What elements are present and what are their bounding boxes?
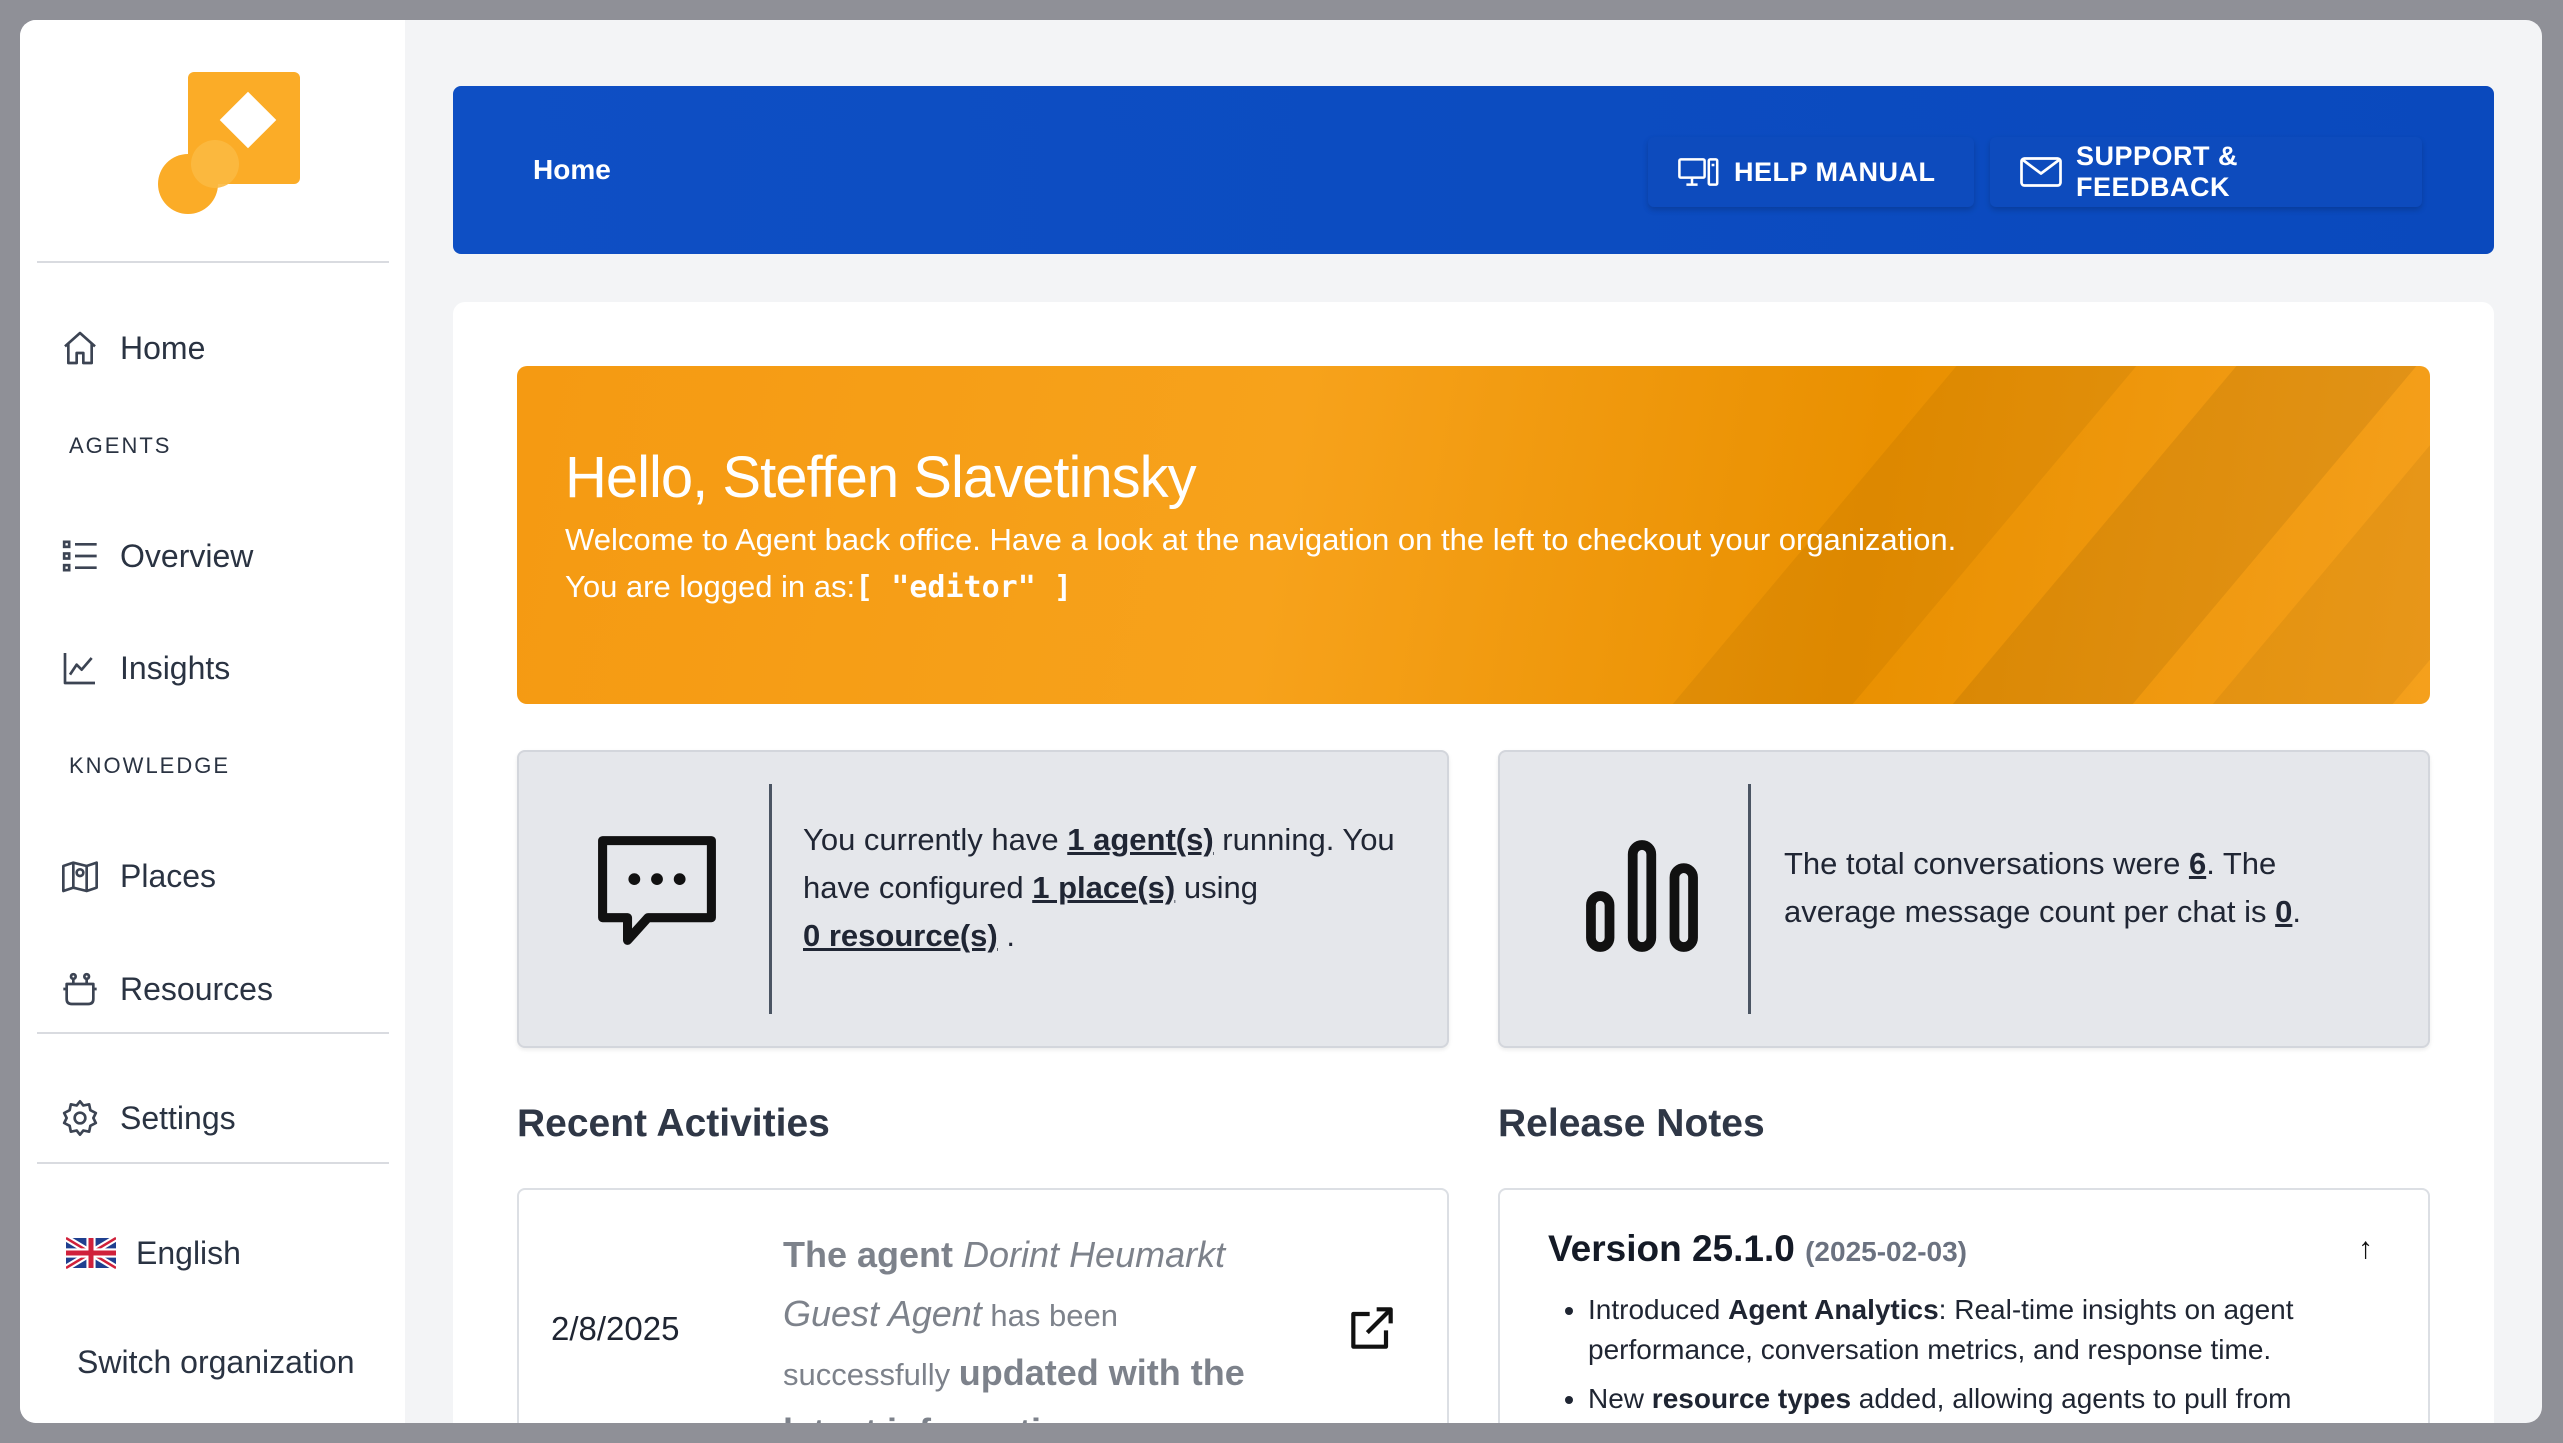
agents-summary-text: You currently have 1 agent(s) running. Y… (803, 816, 1423, 960)
summary-text: using (1175, 870, 1258, 905)
bar-chart-icon (1586, 840, 1698, 952)
release-note-item: New resource types added, allowing agent… (1588, 1379, 2408, 1419)
monitor-icon (1678, 156, 1720, 188)
places-count-link[interactable]: 1 place(s) (1032, 870, 1175, 905)
help-manual-label: HELP MANUAL (1734, 156, 1936, 187)
insights-icon (58, 646, 102, 690)
support-feedback-label: SUPPORT & FEEDBACK (2076, 141, 2239, 202)
recent-activities-title: Recent Activities (517, 1102, 830, 1145)
sidebar-item-resources[interactable]: Resources (58, 957, 273, 1021)
note-bold: resource types (1651, 1383, 1852, 1414)
sidebar-item-home[interactable]: Home (58, 316, 205, 380)
summary-text: . (2292, 894, 2301, 929)
activity-date: 2/8/2025 (551, 1310, 680, 1347)
mail-icon (2020, 156, 2062, 188)
sidebar-item-label: Overview (120, 537, 254, 574)
release-notes-title: Release Notes (1498, 1102, 1765, 1145)
resources-icon (58, 967, 102, 1011)
role-value: [ "editor" ] (855, 570, 1072, 605)
summary-text: The total conversations were (1784, 846, 2189, 881)
divider (37, 261, 389, 263)
language-label: English (136, 1234, 241, 1271)
activity-description: The agent Dorint Heumarkt Guest Agent ha… (783, 1226, 1263, 1423)
sidebar-item-label: Settings (120, 1099, 236, 1136)
release-note-item: Introduced Agent Analytics: Real-time in… (1588, 1290, 2408, 1370)
main-content: Hello, Steffen Slavetinsky Welcome to Ag… (453, 302, 2494, 1423)
summary-text: You currently have (803, 822, 1068, 857)
resources-count-link[interactable]: 0 resource(s) (803, 918, 998, 953)
support-feedback-button[interactable]: SUPPORT & FEEDBACK (1990, 137, 2422, 207)
note-text: added, allowing agents to pull from (1851, 1383, 2292, 1414)
release-notes-panel: Version 25.1.0 (2025-02-03) ↑ Introduced… (1498, 1188, 2430, 1423)
activity-text: The agent (783, 1234, 964, 1275)
agents-stat-card: You currently have 1 agent(s) running. Y… (517, 750, 1449, 1048)
external-link-icon[interactable] (1344, 1300, 1400, 1356)
divider (37, 1162, 389, 1164)
sidebar-item-places[interactable]: Places (58, 844, 216, 908)
summary-text: . (997, 918, 1015, 953)
sidebar-item-settings[interactable]: Settings (58, 1086, 236, 1150)
breadcrumb[interactable]: Home (533, 86, 611, 254)
sidebar-item-label: Resources (120, 970, 273, 1007)
note-bold: Agent Analytics (1728, 1294, 1939, 1325)
avg-message-count-link[interactable]: 0 (2275, 894, 2292, 929)
conversations-stat-card: The total conversations were 6. The aver… (1498, 750, 2430, 1048)
activity-item: 2/8/2025 The agent Dorint Heumarkt Guest… (517, 1188, 1449, 1423)
sidebar: Home AGENTS Overview Insights KNOWLEDGE … (20, 20, 405, 1423)
sidebar-item-label: Places (120, 857, 217, 894)
card-separator (1748, 784, 1751, 1014)
total-conversations-link[interactable]: 6 (2189, 846, 2206, 881)
sidebar-item-insights[interactable]: Insights (58, 636, 230, 700)
switch-organization-link[interactable]: Switch organization (77, 1330, 354, 1394)
card-separator (769, 784, 772, 1014)
logged-in-line: You are logged in as:[ "editor" ] (565, 569, 1072, 605)
places-icon (58, 854, 102, 898)
language-selector[interactable]: English (66, 1221, 241, 1285)
sidebar-item-overview[interactable]: Overview (58, 524, 253, 588)
note-text: New (1588, 1383, 1652, 1414)
release-notes-list: Introduced Agent Analytics: Real-time in… (1548, 1290, 2408, 1423)
section-label-knowledge: KNOWLEDGE (69, 753, 231, 778)
section-label-agents: AGENTS (69, 433, 172, 458)
chat-bubble-icon (598, 836, 716, 945)
home-icon (58, 326, 102, 370)
uk-flag-icon (66, 1231, 116, 1275)
arrow-up-icon[interactable]: ↑ (2358, 1232, 2373, 1266)
welcome-banner: Hello, Steffen Slavetinsky Welcome to Ag… (517, 366, 2430, 704)
agents-count-link[interactable]: 1 agent(s) (1067, 822, 1213, 857)
app-window: Home AGENTS Overview Insights KNOWLEDGE … (20, 20, 2542, 1423)
settings-icon (58, 1096, 102, 1140)
version-label: Version 25.1.0 (1548, 1228, 1795, 1269)
sidebar-item-label: Insights (120, 649, 231, 686)
brand-logo[interactable] (148, 72, 308, 232)
note-text: Introduced (1588, 1294, 1729, 1325)
conversations-summary-text: The total conversations were 6. The aver… (1784, 840, 2374, 936)
greeting-title: Hello, Steffen Slavetinsky (565, 445, 1197, 510)
welcome-text: Welcome to Agent back office. Have a loo… (565, 522, 1957, 557)
logged-in-label: You are logged in as: (565, 569, 856, 604)
sidebar-item-label: Home (120, 329, 206, 366)
release-version: Version 25.1.0 (2025-02-03) (1548, 1228, 1967, 1270)
top-header: Home HELP MANUAL SUPPORT & FEEDBACK (453, 86, 2494, 254)
divider (37, 1032, 389, 1034)
version-date: (2025-02-03) (1805, 1236, 1967, 1267)
help-manual-button[interactable]: HELP MANUAL (1648, 137, 1974, 207)
overview-icon (58, 534, 102, 578)
